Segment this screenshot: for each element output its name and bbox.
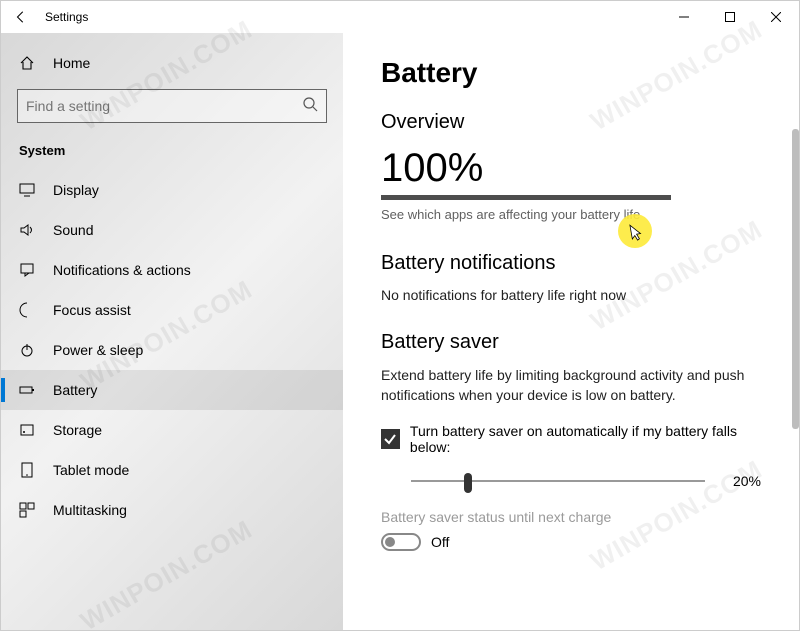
scrollbar-thumb[interactable] — [792, 129, 799, 429]
battery-saver-description: Extend battery life by limiting backgrou… — [381, 366, 761, 405]
power-icon — [19, 342, 35, 358]
home-label: Home — [53, 55, 90, 71]
maximize-button[interactable] — [707, 1, 753, 33]
battery-percentage: 100% — [381, 146, 761, 191]
sidebar-item-display[interactable]: Display — [1, 170, 343, 210]
close-icon — [771, 12, 781, 22]
sidebar-item-battery[interactable]: Battery — [1, 370, 343, 410]
sidebar-item-label: Multitasking — [53, 502, 127, 518]
battery-saver-toggle[interactable] — [381, 533, 421, 551]
minimize-icon — [679, 12, 689, 22]
battery-saver-toggle-state: Off — [431, 534, 449, 550]
sidebar-item-label: Display — [53, 182, 99, 198]
battery-notifications-heading: Battery notifications — [381, 252, 761, 275]
battery-saver-heading: Battery saver — [381, 331, 761, 354]
search-input-wrap[interactable] — [17, 89, 327, 123]
sidebar-item-tablet-mode[interactable]: Tablet mode — [1, 450, 343, 490]
battery-level-bar — [381, 195, 671, 200]
window-title: Settings — [45, 10, 88, 24]
battery-notifications-text: No notifications for battery life right … — [381, 287, 761, 303]
search-input[interactable] — [26, 98, 302, 114]
sidebar-item-label: Sound — [53, 222, 93, 238]
title-bar: Settings — [1, 1, 799, 33]
main-panel: Battery Overview 100% See which apps are… — [343, 33, 799, 630]
sidebar-item-power-sleep[interactable]: Power & sleep — [1, 330, 343, 370]
storage-icon — [19, 422, 35, 438]
sidebar-item-label: Tablet mode — [53, 462, 129, 478]
close-button[interactable] — [753, 1, 799, 33]
sound-icon — [19, 222, 35, 238]
sidebar-section-label: System — [1, 127, 343, 170]
sidebar-item-label: Focus assist — [53, 302, 131, 318]
sidebar-item-label: Power & sleep — [53, 342, 143, 358]
sidebar-item-focus-assist[interactable]: Focus assist — [1, 290, 343, 330]
display-icon — [19, 182, 35, 198]
back-button[interactable] — [9, 5, 33, 29]
battery-saver-status-label: Battery saver status until next charge — [381, 509, 761, 525]
slider-thumb[interactable] — [464, 473, 472, 493]
tablet-icon — [19, 462, 35, 478]
arrow-left-icon — [14, 10, 28, 24]
overview-heading: Overview — [381, 111, 761, 134]
sidebar: Home System Display Sound — [1, 33, 343, 630]
sidebar-item-label: Battery — [53, 382, 97, 398]
battery-icon — [19, 382, 35, 398]
home-nav[interactable]: Home — [1, 45, 343, 81]
sidebar-item-sound[interactable]: Sound — [1, 210, 343, 250]
sidebar-item-storage[interactable]: Storage — [1, 410, 343, 450]
search-icon — [302, 96, 318, 117]
scrollbar[interactable] — [792, 129, 799, 622]
notifications-icon — [19, 262, 35, 278]
page-title: Battery — [381, 57, 761, 89]
sidebar-item-multitasking[interactable]: Multitasking — [1, 490, 343, 530]
nav-list: Display Sound Notifications & actions Fo… — [1, 170, 343, 530]
checkbox-checked-icon[interactable] — [381, 429, 400, 449]
home-icon — [19, 55, 35, 71]
battery-apps-link[interactable]: See which apps are affecting your batter… — [381, 207, 640, 222]
battery-saver-auto-checkbox-row[interactable]: Turn battery saver on automatically if m… — [381, 423, 761, 455]
battery-saver-checkbox-label: Turn battery saver on automatically if m… — [410, 423, 761, 455]
slider-track — [411, 480, 705, 482]
focus-assist-icon — [19, 302, 35, 318]
sidebar-item-label: Notifications & actions — [53, 262, 191, 278]
multitasking-icon — [19, 502, 35, 518]
maximize-icon — [725, 12, 735, 22]
sidebar-item-notifications[interactable]: Notifications & actions — [1, 250, 343, 290]
minimize-button[interactable] — [661, 1, 707, 33]
sidebar-item-label: Storage — [53, 422, 102, 438]
battery-saver-threshold-value: 20% — [733, 473, 761, 489]
battery-saver-threshold-slider[interactable] — [411, 469, 705, 493]
